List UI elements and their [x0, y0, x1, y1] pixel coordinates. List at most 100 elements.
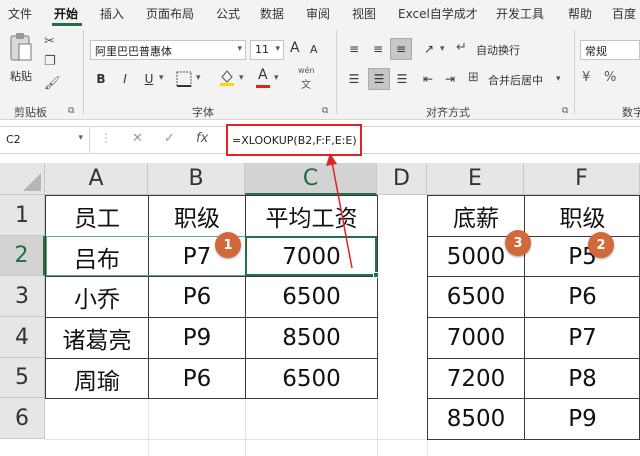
format-painter-icon[interactable]: 🖌	[44, 76, 61, 91]
grow-font-button[interactable]: A	[290, 40, 300, 56]
cell-f1[interactable]: 职级	[525, 196, 640, 236]
annotation-badge-3: 3	[505, 230, 531, 256]
enter-icon[interactable]: ✓	[164, 131, 175, 146]
menu-file[interactable]: 文件	[8, 5, 32, 22]
fill-handle[interactable]	[373, 272, 379, 278]
border-icon[interactable]	[176, 71, 192, 87]
chevron-down-icon[interactable]: ▾	[159, 73, 164, 83]
chevron-down-icon: ▾	[275, 44, 280, 54]
decrease-indent-button[interactable]: ⇤	[418, 68, 438, 90]
row-header-3[interactable]: 3	[0, 276, 45, 317]
cell-e5[interactable]: 7200	[428, 359, 524, 398]
chevron-down-icon[interactable]: ▾	[440, 44, 445, 54]
currency-icon[interactable]: ¥	[582, 70, 590, 85]
cell-f5[interactable]: P8	[525, 359, 640, 398]
fill-color-icon[interactable]	[218, 68, 236, 86]
copy-icon[interactable]: ❐	[44, 54, 56, 69]
chevron-down-icon[interactable]: ▾	[239, 73, 244, 83]
font-size-select[interactable]: 11 ▾	[250, 40, 284, 60]
cell-a4[interactable]: 诸葛亮	[46, 318, 148, 358]
cell-c2[interactable]: 7000	[246, 237, 377, 276]
percent-icon[interactable]: %	[604, 70, 616, 85]
font-color-button[interactable]: A	[258, 67, 268, 83]
increase-indent-button[interactable]: ⇥	[440, 68, 460, 90]
insert-function-icon[interactable]: fx	[196, 131, 208, 146]
cell-b5[interactable]: P6	[149, 359, 245, 398]
align-bottom-button[interactable]: ≡	[390, 38, 412, 60]
cell-c4[interactable]: 8500	[246, 318, 377, 358]
cell-c1[interactable]: 平均工资	[246, 196, 377, 236]
row-header-4[interactable]: 4	[0, 317, 45, 358]
clipboard-launcher-icon[interactable]: ⧉	[68, 106, 74, 116]
align-center-button[interactable]: ☰	[368, 68, 390, 90]
merge-icon[interactable]: ⊞	[468, 70, 479, 85]
menu-baidu[interactable]: 百度	[612, 5, 636, 22]
column-header-a[interactable]: A	[45, 163, 148, 195]
paste-icon	[10, 33, 32, 61]
menu-view[interactable]: 视图	[352, 5, 376, 22]
cell-c5[interactable]: 6500	[246, 359, 377, 398]
shrink-font-button[interactable]: A	[310, 43, 318, 56]
align-middle-button[interactable]: ≡	[368, 38, 388, 60]
formula-input[interactable]: =XLOOKUP(B2,F:F,E:E)	[226, 124, 362, 156]
cell-f4[interactable]: P7	[525, 318, 640, 358]
row-header-1[interactable]: 1	[0, 195, 45, 236]
menu-review[interactable]: 审阅	[306, 5, 330, 22]
cell-b3[interactable]: P6	[149, 277, 245, 317]
column-header-d[interactable]: D	[377, 163, 427, 195]
menu-data[interactable]: 数据	[260, 5, 284, 22]
italic-button[interactable]: I	[116, 68, 134, 90]
align-left-button[interactable]: ☰	[344, 68, 364, 90]
select-all-button[interactable]	[0, 163, 45, 195]
cancel-icon[interactable]: ✕	[132, 131, 143, 146]
cell-b1[interactable]: 职级	[149, 196, 245, 236]
cell-c3[interactable]: 6500	[246, 277, 377, 317]
wrap-text-icon[interactable]: ↵	[456, 40, 467, 55]
number-format-select[interactable]: 常规	[580, 40, 640, 60]
cell-a3[interactable]: 小乔	[46, 277, 148, 317]
cell-a1[interactable]: 员工	[46, 196, 148, 236]
phonetic-bottom[interactable]: 文	[301, 76, 311, 91]
row-header-2[interactable]: 2	[0, 236, 45, 276]
chevron-down-icon[interactable]: ▾	[196, 73, 201, 83]
menu-developer[interactable]: 开发工具	[496, 5, 544, 22]
cell-e3[interactable]: 6500	[428, 277, 524, 317]
cell-e4[interactable]: 7000	[428, 318, 524, 358]
font-name-select[interactable]: 阿里巴巴普惠体 ▾	[90, 40, 246, 60]
cell-f6[interactable]: P9	[525, 399, 640, 439]
row-header-6[interactable]: 6	[0, 398, 45, 439]
phonetic-top[interactable]: wén	[298, 66, 315, 75]
column-header-f[interactable]: F	[524, 163, 640, 195]
cell-a2[interactable]: 吕布	[46, 237, 148, 276]
name-box[interactable]: C2 ▾	[0, 127, 90, 153]
cell-f3[interactable]: P6	[525, 277, 640, 317]
wrap-text-button[interactable]: 自动换行	[476, 42, 520, 58]
row-header-5[interactable]: 5	[0, 358, 45, 398]
cut-icon[interactable]: ✂	[44, 34, 55, 49]
orientation-icon[interactable]: ↗	[418, 38, 440, 60]
alignment-launcher-icon[interactable]: ⧉	[562, 106, 568, 116]
cell-a5[interactable]: 周瑜	[46, 359, 148, 398]
column-header-c[interactable]: C	[245, 163, 377, 195]
menu-page-layout[interactable]: 页面布局	[146, 5, 194, 22]
cell-e1[interactable]: 底薪	[428, 196, 524, 236]
column-header-b[interactable]: B	[148, 163, 245, 195]
menu-insert[interactable]: 插入	[100, 5, 124, 22]
chevron-down-icon[interactable]: ▾	[274, 73, 279, 83]
menu-formulas[interactable]: 公式	[216, 5, 240, 22]
align-right-button[interactable]: ☰	[392, 68, 412, 90]
chevron-down-icon[interactable]: ▾	[556, 74, 561, 84]
menu-home[interactable]: 开始	[54, 5, 78, 22]
paste-button[interactable]: 粘贴	[6, 32, 36, 88]
menu-excel-tutor[interactable]: Excel自学成才	[398, 5, 478, 22]
font-launcher-icon[interactable]: ⧉	[322, 106, 328, 116]
underline-button[interactable]: U	[140, 68, 158, 90]
bold-button[interactable]: B	[92, 68, 110, 90]
cell-f2[interactable]: P5	[525, 237, 640, 276]
merge-center-button[interactable]: 合并后居中	[488, 72, 543, 88]
cell-e6[interactable]: 8500	[428, 399, 524, 439]
cell-b4[interactable]: P9	[149, 318, 245, 358]
menu-help[interactable]: 帮助	[568, 5, 592, 22]
align-top-button[interactable]: ≡	[344, 38, 364, 60]
column-header-e[interactable]: E	[427, 163, 524, 195]
